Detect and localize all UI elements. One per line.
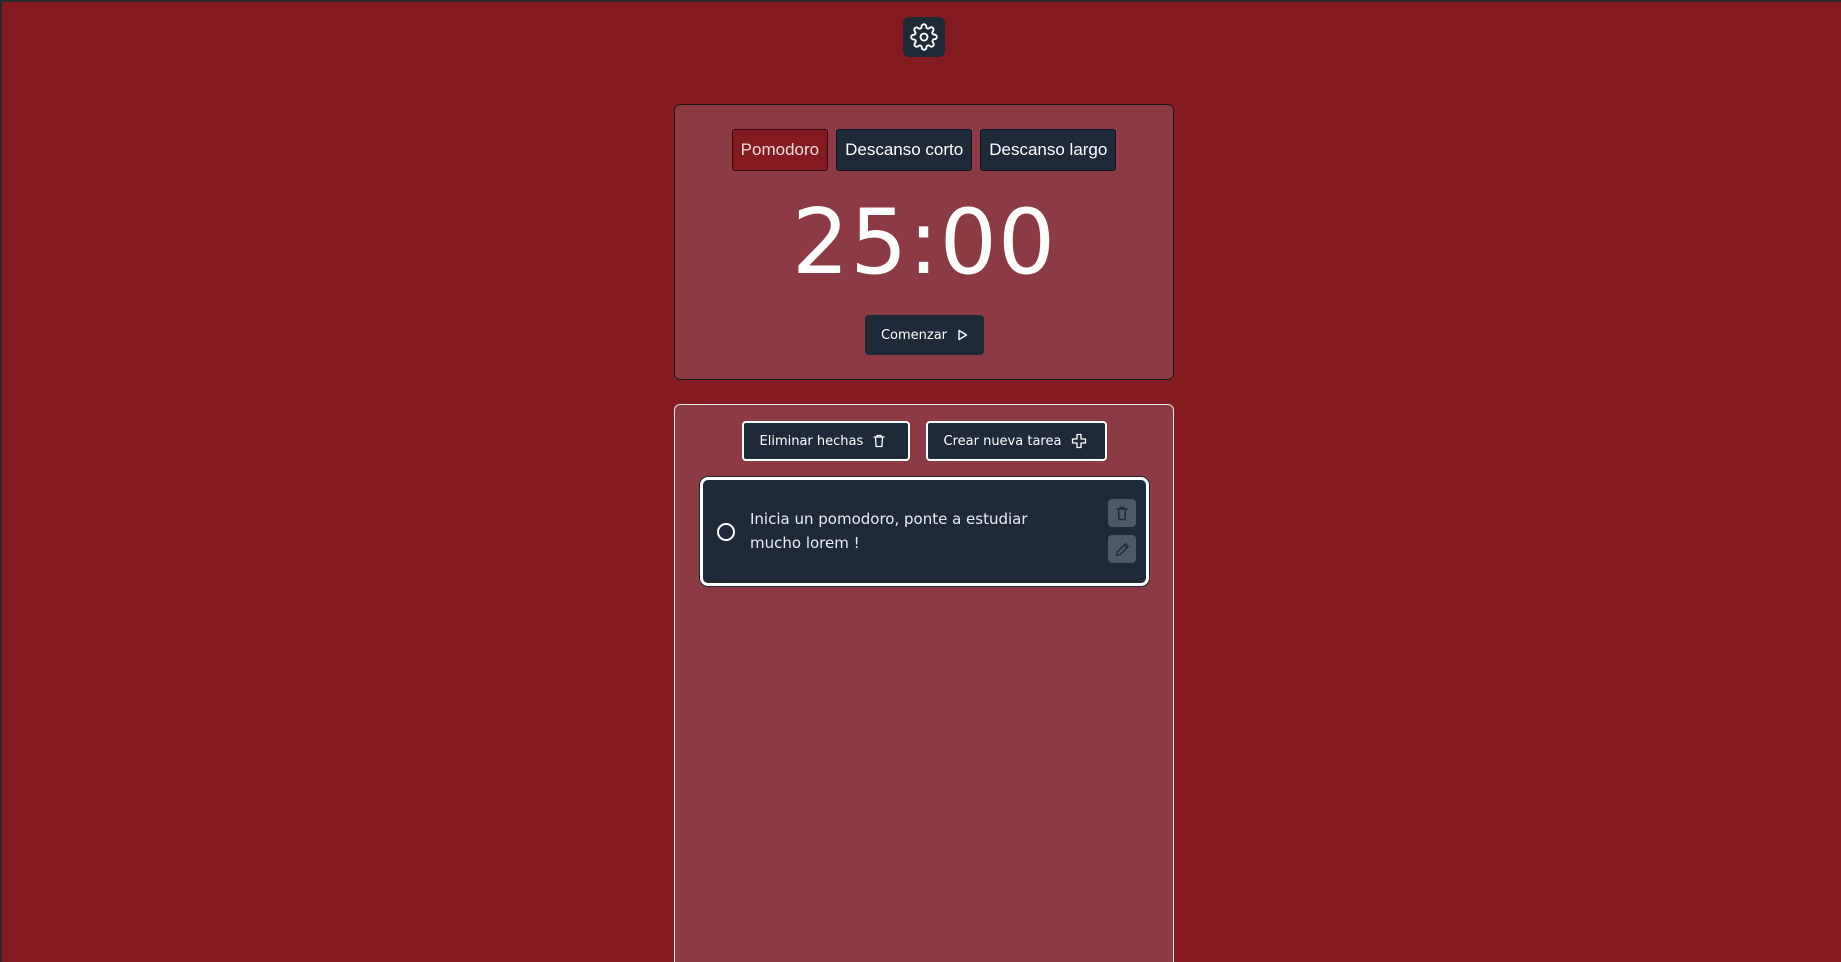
task-actions: Eliminar hechas Crear nueva tarea xyxy=(675,421,1173,461)
delete-done-label: Eliminar hechas xyxy=(759,433,864,449)
edit-task-button[interactable] xyxy=(1108,535,1136,563)
settings-button[interactable] xyxy=(903,17,945,57)
start-button[interactable]: Comenzar xyxy=(865,315,984,355)
new-task-button[interactable]: Crear nueva tarea xyxy=(925,421,1107,461)
tab-descanso-largo[interactable]: Descanso largo xyxy=(980,129,1117,171)
mode-tabs: Pomodoro Descanso corto Descanso largo xyxy=(675,129,1173,171)
trash-icon xyxy=(873,434,885,448)
task-text: Inicia un pomodoro, ponte a estudiar muc… xyxy=(750,510,1028,552)
plus-icon xyxy=(1072,433,1087,449)
delete-task-button[interactable] xyxy=(1108,499,1136,527)
play-icon xyxy=(958,329,968,341)
trash-icon xyxy=(1116,506,1128,520)
timer-display: 25:00 xyxy=(791,190,1057,295)
delete-done-button[interactable]: Eliminar hechas xyxy=(741,421,910,461)
task-complete-radio[interactable] xyxy=(717,523,735,541)
timer-card: Pomodoro Descanso corto Descanso largo 2… xyxy=(674,104,1174,380)
tab-pomodoro[interactable]: Pomodoro xyxy=(731,129,829,171)
pencil-icon xyxy=(1115,542,1129,556)
tasks-card: Eliminar hechas Crear nueva tarea Inicia… xyxy=(674,404,1174,962)
start-button-label: Comenzar xyxy=(880,327,948,343)
task-item: Inicia un pomodoro, ponte a estudiar muc… xyxy=(700,477,1149,586)
new-task-label: Crear nueva tarea xyxy=(943,433,1062,449)
tab-descanso-corto[interactable]: Descanso corto xyxy=(836,129,973,171)
gear-icon xyxy=(910,23,938,51)
